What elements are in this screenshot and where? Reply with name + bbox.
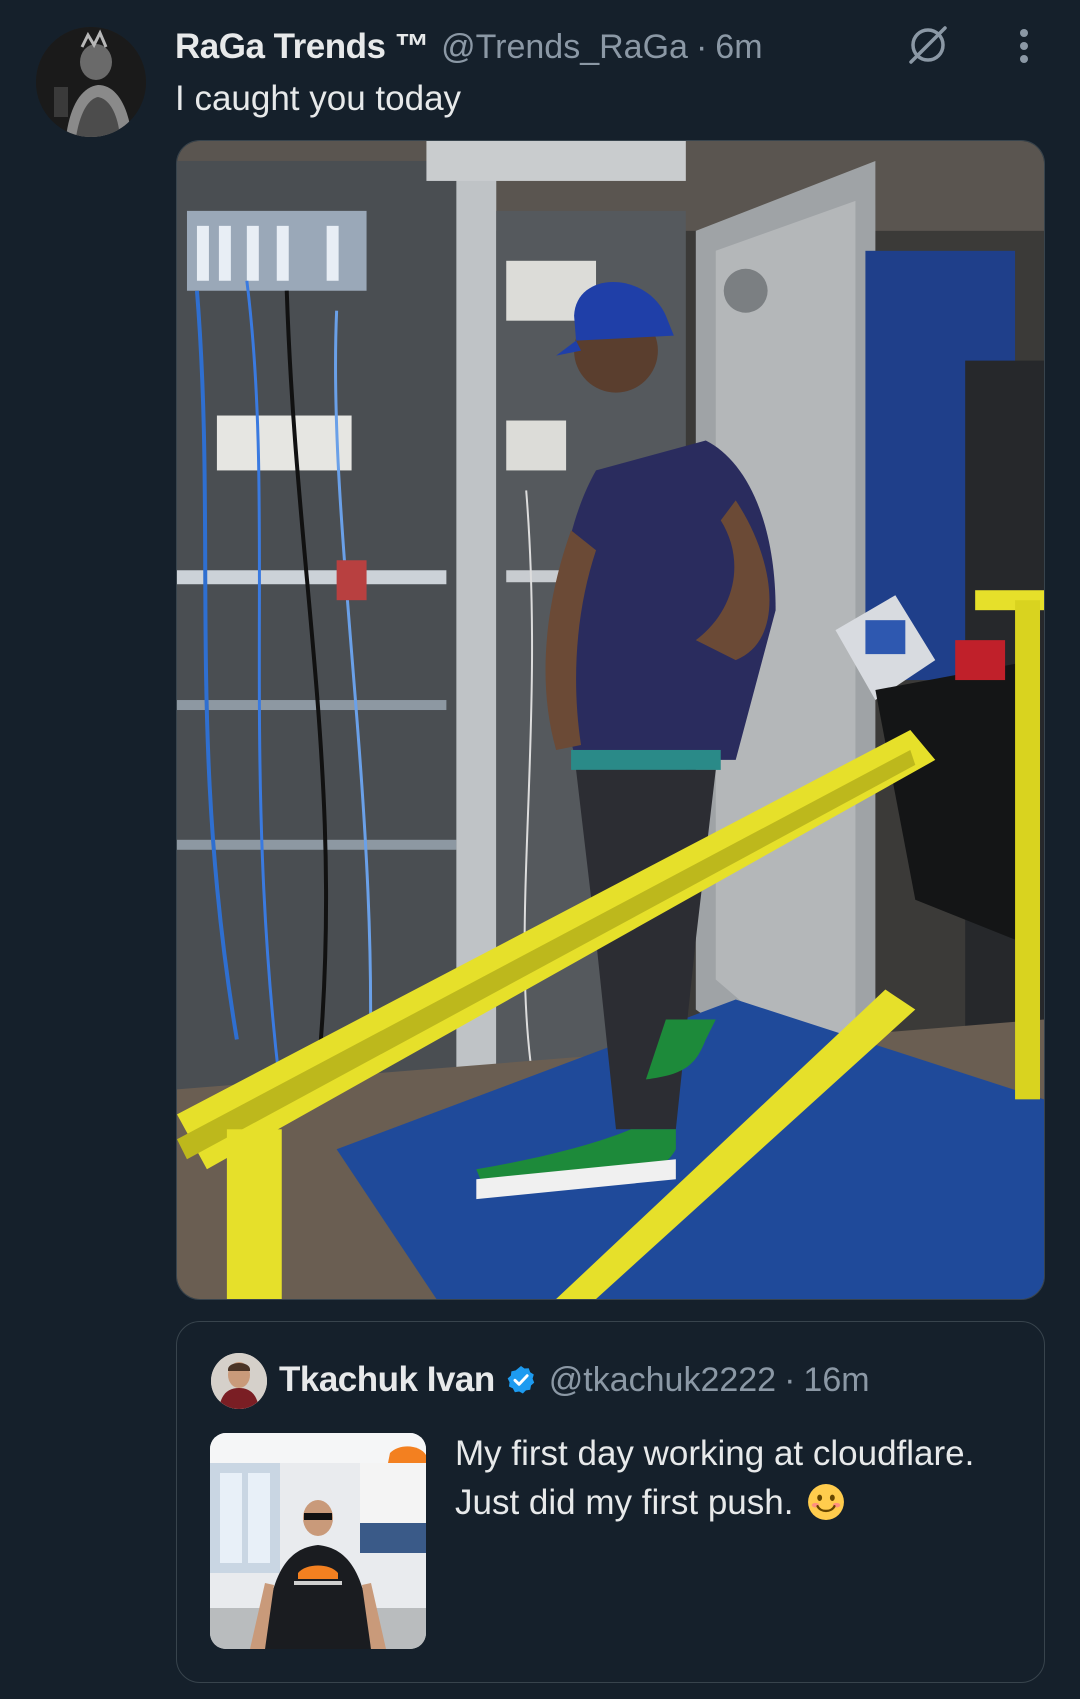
verified-badge-icon[interactable] (505, 1364, 537, 1396)
avatar-image (36, 27, 146, 137)
more-options-button[interactable] (1000, 20, 1048, 72)
tweet[interactable]: RaGa Trends ™ @Trends_RaGa · 6m I caught… (0, 0, 1080, 1699)
quoted-photo[interactable] (210, 1433, 426, 1649)
quoted-meta-separator: · (784, 1360, 796, 1399)
quoted-avatar-image (211, 1353, 267, 1409)
quoted-tweet[interactable]: Tkachuk Ivan @tkachuk2222 · 16m My first… (176, 1321, 1045, 1683)
meta-separator: · (695, 27, 708, 66)
photo-image (177, 141, 1044, 1299)
quoted-author-avatar[interactable] (211, 1353, 267, 1409)
more-vertical-icon (1020, 29, 1028, 63)
smiling-face-emoji-icon (808, 1484, 845, 1520)
author-name[interactable]: RaGa Trends ™ (175, 27, 430, 67)
quoted-tweet-time[interactable]: 16m (803, 1361, 869, 1400)
tweet-time[interactable]: 6m (715, 28, 762, 67)
quoted-tweet-header: Tkachuk Ivan @tkachuk2222 · 16m (279, 1356, 870, 1404)
quoted-photo-image (210, 1433, 426, 1649)
quoted-tweet-text: My first day working at cloudflare. Just… (455, 1429, 1025, 1527)
tweet-header: RaGa Trends ™ @Trends_RaGa · 6m (175, 24, 763, 70)
tweet-text: I caught you today (175, 79, 462, 118)
author-handle[interactable]: @Trends_RaGa (441, 28, 688, 67)
tweet-photo[interactable] (176, 140, 1045, 1300)
quoted-tweet-text-content: My first day working at cloudflare. Just… (455, 1434, 975, 1522)
grok-button[interactable] (902, 19, 954, 71)
author-avatar[interactable] (36, 27, 146, 137)
quoted-author-handle[interactable]: @tkachuk2222 (549, 1361, 776, 1400)
quoted-author-name[interactable]: Tkachuk Ivan (279, 1360, 495, 1400)
grok-icon (909, 26, 947, 64)
